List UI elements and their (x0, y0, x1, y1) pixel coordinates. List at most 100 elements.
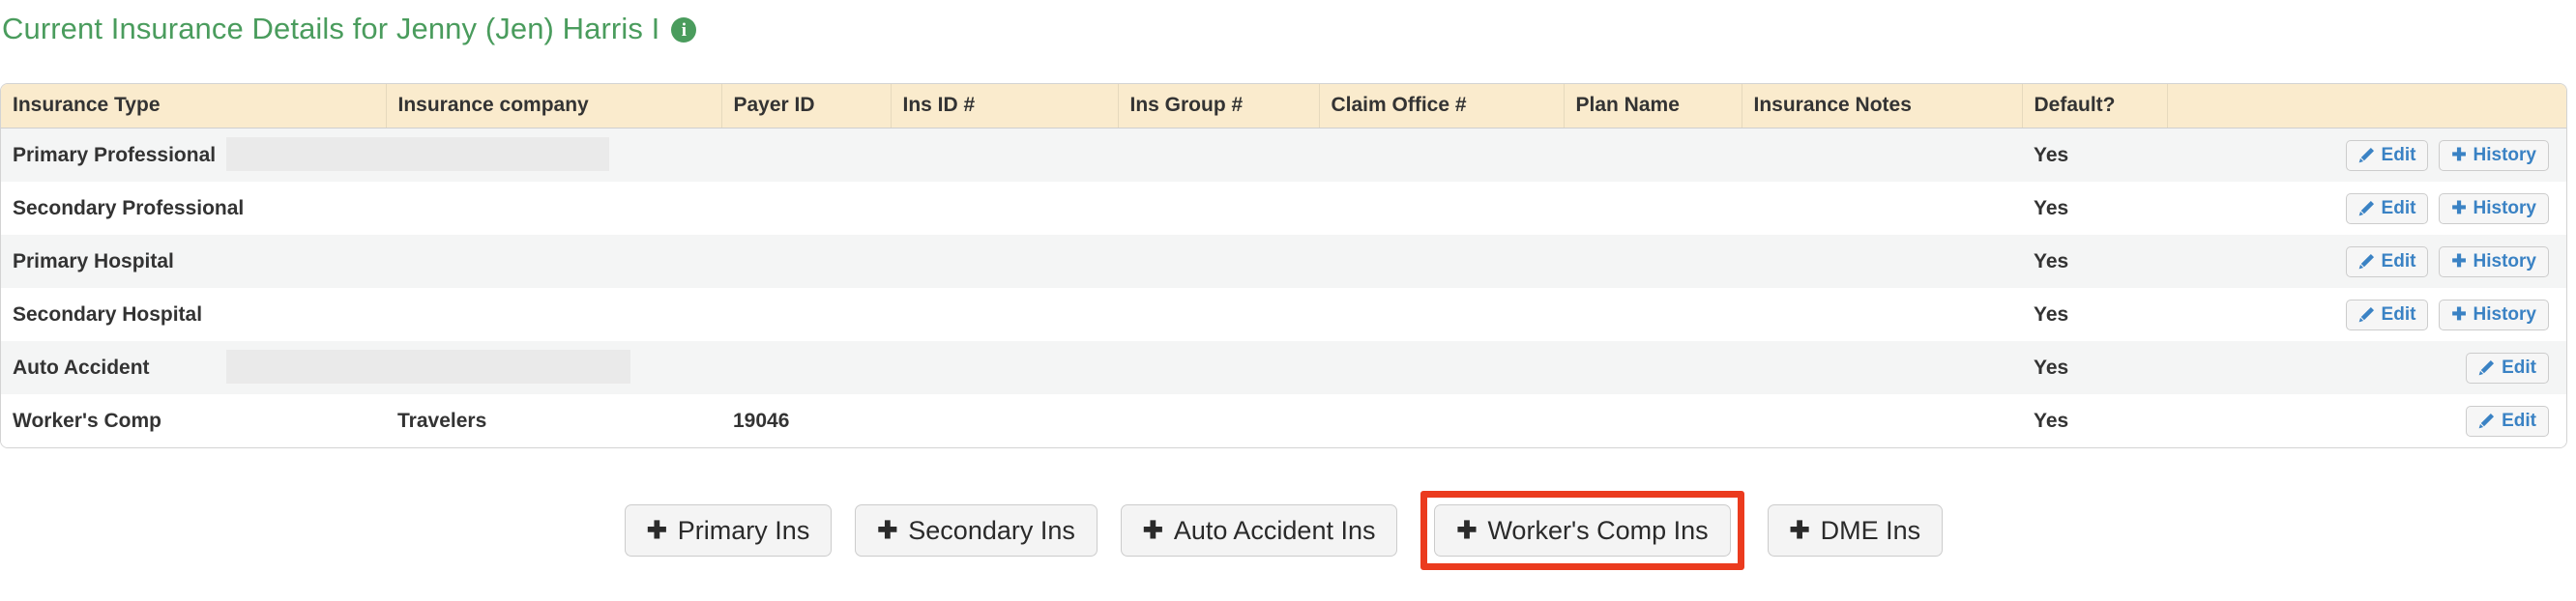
highlight-box: ✚ Worker's Comp Ins (1420, 491, 1744, 570)
add-dme-ins-button[interactable]: ✚ DME Ins (1767, 504, 1944, 557)
column-header-insurance-company[interactable]: Insurance company (386, 84, 722, 129)
cell-ins-group (1118, 235, 1319, 288)
history-button[interactable]: ✚ History (2439, 139, 2549, 171)
cell-actions: Edit (2167, 341, 2566, 394)
column-header-ins-group[interactable]: Ins Group # (1118, 84, 1320, 129)
add-secondary-ins-button[interactable]: ✚ Secondary Ins (855, 504, 1098, 557)
add-button-label: Auto Accident Ins (1173, 515, 1376, 545)
cell-default: Yes (2022, 235, 2167, 288)
insurance-table: Insurance Type Insurance company Payer I… (1, 84, 2566, 447)
row-action-buttons: Edit ✚ History (2179, 129, 2555, 182)
cell-insurance-notes (1742, 394, 2022, 447)
edit-button[interactable]: Edit (2345, 299, 2429, 330)
cell-insurance-company (386, 288, 721, 341)
cell-insurance-type: Worker's Comp (1, 394, 386, 447)
cell-insurance-type: Primary Professional (1, 128, 386, 182)
cell-plan-name (1564, 235, 1742, 288)
plus-icon: ✚ (2451, 197, 2467, 217)
plus-icon: ✚ (2451, 250, 2467, 271)
history-button-label: History (2473, 197, 2536, 218)
cell-payer-id (721, 341, 891, 394)
edit-button[interactable]: Edit (2466, 405, 2549, 437)
column-header-payer-id[interactable]: Payer ID (721, 84, 892, 129)
column-header-claim-office[interactable]: Claim Office # (1319, 84, 1565, 129)
plus-icon: ✚ (2451, 144, 2467, 164)
cell-insurance-notes (1742, 128, 2022, 182)
add-button-label: Worker's Comp Ins (1487, 515, 1709, 545)
edit-button-label: Edit (2381, 144, 2416, 165)
cell-actions: Edit ✚ History (2167, 128, 2566, 182)
history-button[interactable]: ✚ History (2439, 192, 2549, 224)
plus-icon: ✚ (2451, 303, 2467, 324)
cell-insurance-company (386, 235, 721, 288)
add-insurance-button-row: ✚ Primary Ins ✚ Secondary Ins ✚ Auto Accident… (0, 491, 2567, 570)
column-header-plan-name[interactable]: Plan Name (1564, 84, 1742, 129)
cell-claim-office (1319, 288, 1564, 341)
cell-ins-group (1118, 394, 1319, 447)
insurance-table-container: Insurance Type Insurance company Payer I… (0, 83, 2567, 448)
plus-icon: ✚ (1456, 516, 1478, 544)
column-header-actions (2167, 84, 2566, 129)
edit-button[interactable]: Edit (2345, 245, 2429, 277)
history-button-label: History (2473, 250, 2536, 272)
add-auto-accident-ins-button[interactable]: ✚ Auto Accident Ins (1120, 504, 1398, 557)
cell-ins-group (1118, 182, 1319, 235)
table-row: Secondary Professional Yes Edit ✚ History (1, 182, 2566, 235)
cell-insurance-type: Auto Accident (1, 341, 386, 394)
page-title-bar: Current Insurance Details for Jenny (Jen… (0, 8, 697, 50)
history-button[interactable]: ✚ History (2439, 299, 2549, 330)
row-action-buttons: Edit (2179, 341, 2555, 394)
edit-button-label: Edit (2502, 357, 2536, 378)
cell-ins-id (891, 182, 1118, 235)
cell-insurance-type: Secondary Hospital (1, 288, 386, 341)
history-button-label: History (2473, 303, 2536, 325)
column-header-ins-id[interactable]: Ins ID # (891, 84, 1119, 129)
cell-insurance-notes (1742, 235, 2022, 288)
history-button[interactable]: ✚ History (2439, 245, 2549, 277)
edit-button[interactable]: Edit (2466, 352, 2549, 384)
cell-ins-id (891, 341, 1118, 394)
plus-icon: ✚ (877, 516, 898, 544)
cell-ins-id (891, 128, 1118, 182)
column-header-default[interactable]: Default? (2022, 84, 2168, 129)
table-row: Secondary Hospital Yes Edit ✚ History (1, 288, 2566, 341)
table-row: Worker's Comp Travelers 19046 Yes Edit (1, 394, 2566, 447)
cell-insurance-company (386, 182, 721, 235)
cell-payer-id: 19046 (721, 394, 891, 447)
table-row: Auto Accident Yes Edit (1, 341, 2566, 394)
row-action-buttons: Edit ✚ History (2179, 288, 2555, 341)
add-primary-ins-button[interactable]: ✚ Primary Ins (624, 504, 833, 557)
cell-default: Yes (2022, 341, 2167, 394)
column-header-insurance-type[interactable]: Insurance Type (1, 84, 387, 129)
cell-plan-name (1564, 128, 1742, 182)
cell-plan-name (1564, 288, 1742, 341)
cell-payer-id (721, 182, 891, 235)
add-worker-s-comp-ins-button[interactable]: ✚ Worker's Comp Ins (1434, 504, 1731, 557)
cell-actions: Edit ✚ History (2167, 182, 2566, 235)
cell-plan-name (1564, 182, 1742, 235)
cell-insurance-company (386, 128, 721, 182)
cell-claim-office (1319, 235, 1564, 288)
column-header-insurance-notes[interactable]: Insurance Notes (1742, 84, 2023, 129)
cell-insurance-company: Travelers (386, 394, 721, 447)
edit-button[interactable]: Edit (2345, 192, 2429, 224)
edit-button-label: Edit (2502, 410, 2536, 431)
edit-button[interactable]: Edit (2345, 139, 2429, 171)
edit-button-label: Edit (2381, 197, 2416, 218)
pencil-icon (2358, 147, 2375, 163)
cell-insurance-type: Primary Hospital (1, 235, 386, 288)
table-header-row: Insurance Type Insurance company Payer I… (1, 84, 2566, 129)
cell-insurance-notes (1742, 341, 2022, 394)
cell-insurance-company (386, 341, 721, 394)
page-title: Current Insurance Details for Jenny (Jen… (2, 12, 660, 45)
row-action-buttons: Edit ✚ History (2179, 235, 2555, 288)
cell-ins-id (891, 235, 1118, 288)
cell-payer-id (721, 235, 891, 288)
plus-icon: ✚ (1142, 516, 1163, 544)
pencil-icon (2478, 413, 2495, 429)
cell-claim-office (1319, 394, 1564, 447)
cell-actions: Edit ✚ History (2167, 288, 2566, 341)
info-icon[interactable]: i (671, 17, 697, 43)
cell-ins-id (891, 394, 1118, 447)
add-button-label: Primary Ins (677, 515, 810, 545)
